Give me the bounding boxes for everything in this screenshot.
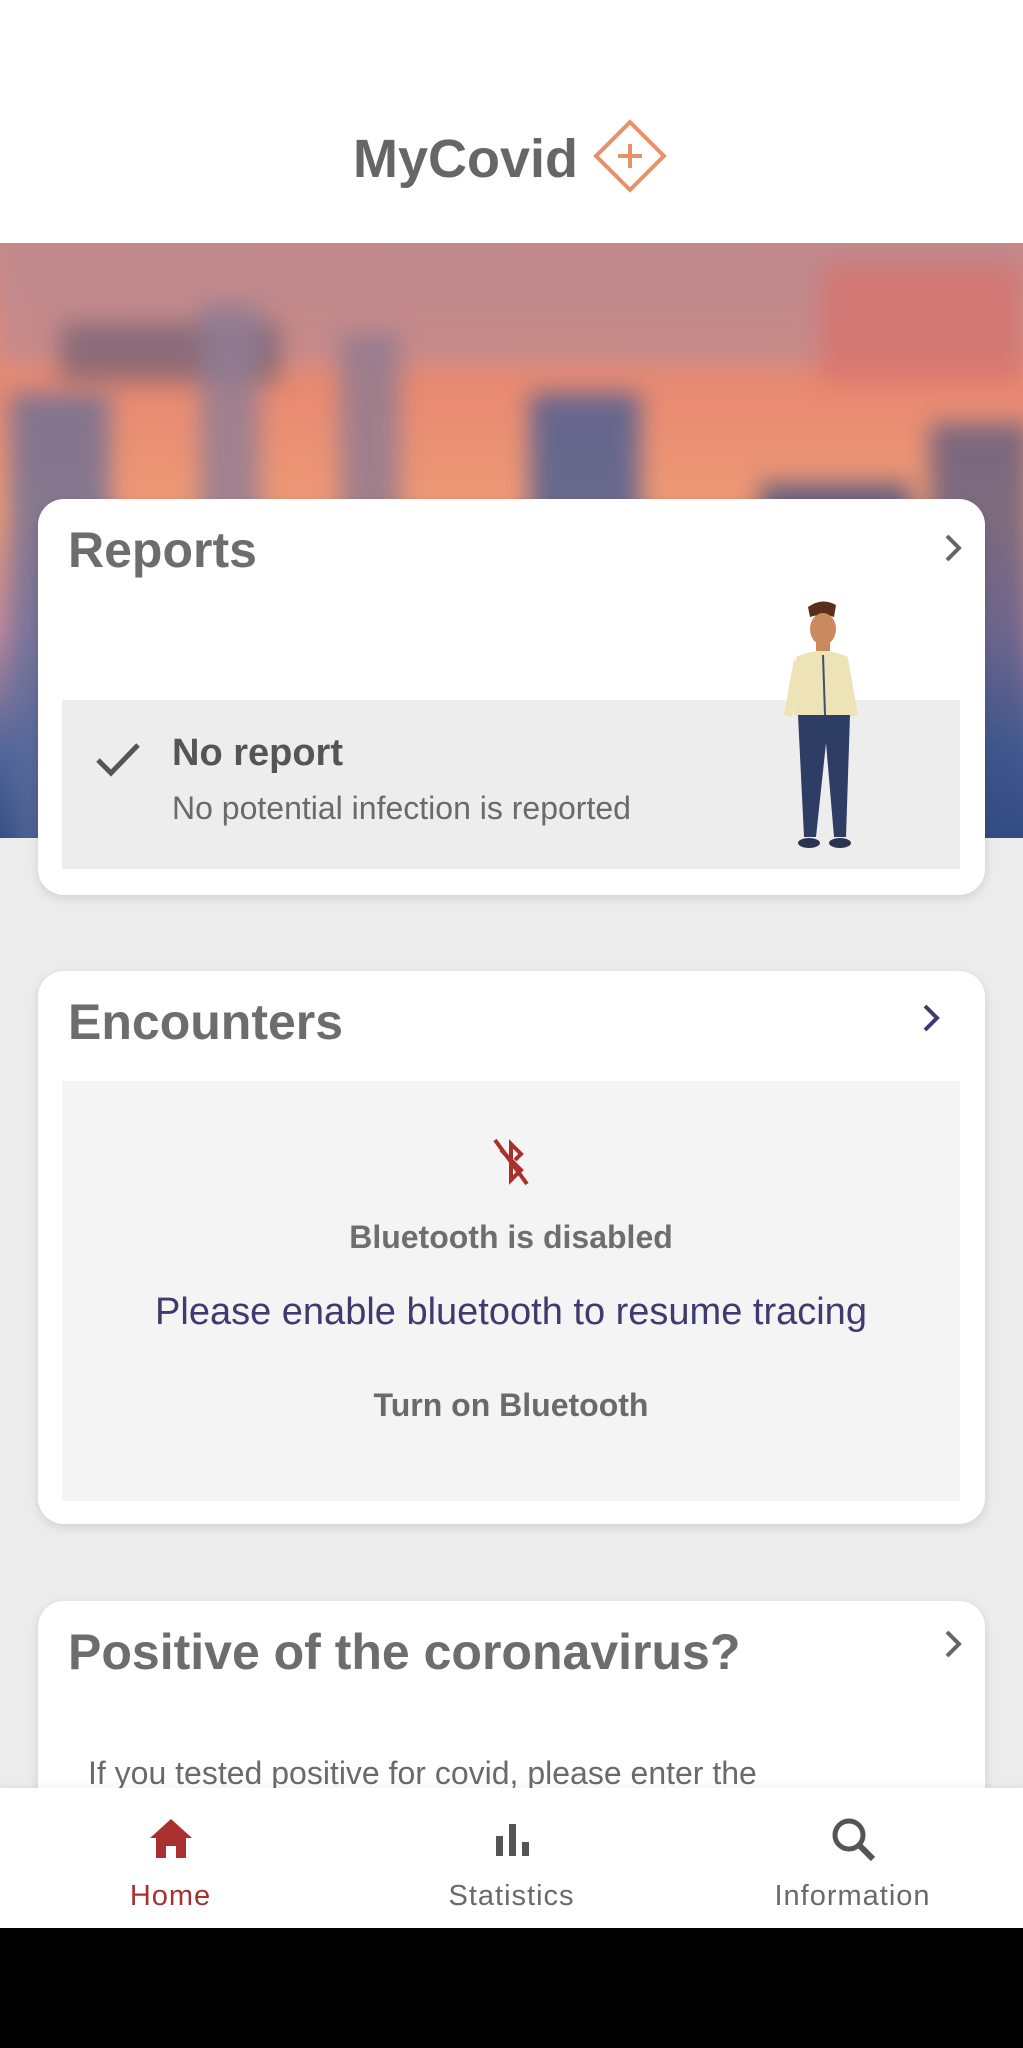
reports-title: Reports (68, 522, 257, 578)
bluetooth-status-text: Bluetooth is disabled (349, 1219, 673, 1255)
encounters-title: Encounters (68, 994, 344, 1050)
bluetooth-disabled-icon (493, 1138, 529, 1186)
nav-home[interactable]: Home (0, 1788, 341, 1928)
nav-statistics-label: Statistics (448, 1880, 575, 1912)
positive-title: Positive of the coronavirus? (68, 1624, 741, 1680)
nav-information-label: Information (774, 1880, 931, 1912)
encounters-card[interactable]: Encounters Bluetooth is disabled Please … (38, 971, 985, 1524)
positive-body-text: If you tested positive for covid, please… (88, 1755, 757, 1791)
turn-on-bluetooth-button[interactable]: Turn on Bluetooth (62, 1387, 960, 1424)
person-illustration (784, 601, 858, 848)
chevron-right-icon[interactable] (936, 531, 970, 565)
reports-card[interactable]: Reports No report No potential infection… (38, 499, 985, 895)
report-status-title: No report (172, 732, 343, 774)
app-title: MyCovid (353, 129, 579, 189)
nav-home-label: Home (129, 1880, 212, 1912)
chevron-right-icon[interactable] (936, 1627, 970, 1661)
home-icon (150, 1819, 192, 1858)
bar-chart-icon (496, 1824, 529, 1856)
search-icon (832, 1818, 876, 1862)
medical-cross-logo-icon (593, 119, 667, 193)
bluetooth-message: Please enable bluetooth to resume tracin… (155, 1291, 867, 1333)
nav-information[interactable]: Information (682, 1788, 1023, 1928)
nav-statistics[interactable]: Statistics (341, 1788, 682, 1928)
checkmark-icon (96, 743, 140, 777)
encounters-status-panel: Bluetooth is disabled Please enable blue… (62, 1081, 960, 1501)
report-status-subtitle: No potential infection is reported (172, 790, 631, 826)
system-navigation-bar (0, 1928, 1023, 2048)
app-header: MyCovid (0, 0, 1023, 243)
bottom-navigation: Home Statistics Information (0, 1788, 1023, 1928)
chevron-right-icon[interactable] (914, 1001, 948, 1035)
